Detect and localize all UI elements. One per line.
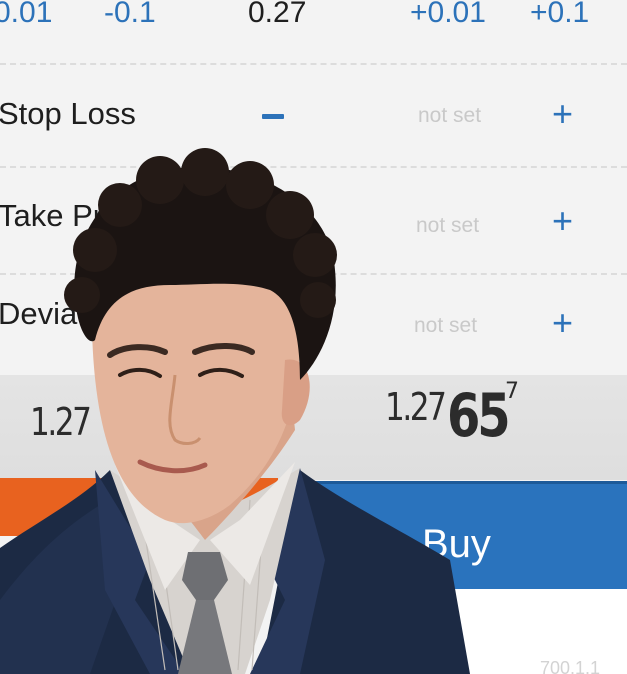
man-in-suit-photo xyxy=(0,148,470,674)
photo-scene: 0.01 -0.1 0.27 +0.01 +0.1 Stop Loss not … xyxy=(0,0,627,674)
